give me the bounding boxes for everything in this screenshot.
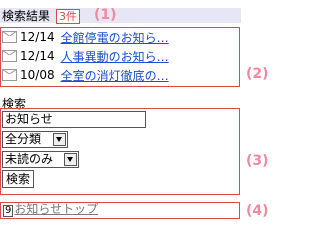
status-select[interactable]: 未読のみ — [2, 151, 79, 168]
status-select-value: 未読のみ — [5, 152, 54, 166]
callout-2: (2) — [246, 66, 269, 82]
category-select[interactable]: 全分類 — [2, 131, 68, 148]
search-button[interactable]: 検索 — [2, 170, 35, 188]
list-item[interactable]: 12/14 全館停電のお知ら… — [2, 29, 169, 45]
dropdown-arrow-icon — [64, 153, 77, 166]
callout-4: (4) — [246, 203, 269, 219]
keyword-input[interactable]: お知らせ — [2, 111, 146, 128]
notice-top-link-text[interactable]: お知らせトップ — [14, 202, 98, 216]
item-title-link[interactable]: 全室の消灯徹底の… — [61, 67, 169, 84]
access-key-badge: 9 — [3, 205, 14, 217]
list-item[interactable]: 12/14 人事異動のお知ら… — [2, 48, 169, 64]
callout-1: (1) — [94, 7, 117, 23]
item-date: 12/14 — [20, 30, 55, 44]
mail-icon — [2, 50, 17, 62]
item-title-link[interactable]: 人事異動のお知ら… — [61, 48, 169, 65]
notice-top-link[interactable]: 9 お知らせトップ — [3, 202, 98, 217]
mail-icon — [2, 31, 17, 43]
category-select-value: 全分類 — [5, 132, 42, 146]
dropdown-arrow-icon — [53, 133, 66, 146]
mail-icon — [2, 69, 17, 81]
results-title: 検索結果 — [2, 9, 51, 23]
callout-3: (3) — [246, 153, 269, 169]
result-count-badge: 3件 — [56, 9, 80, 24]
item-title-link[interactable]: 全館停電のお知ら… — [61, 29, 169, 46]
item-date: 12/14 — [20, 49, 55, 63]
item-date: 10/08 — [20, 68, 55, 82]
list-item[interactable]: 10/08 全室の消灯徹底の… — [2, 67, 169, 83]
